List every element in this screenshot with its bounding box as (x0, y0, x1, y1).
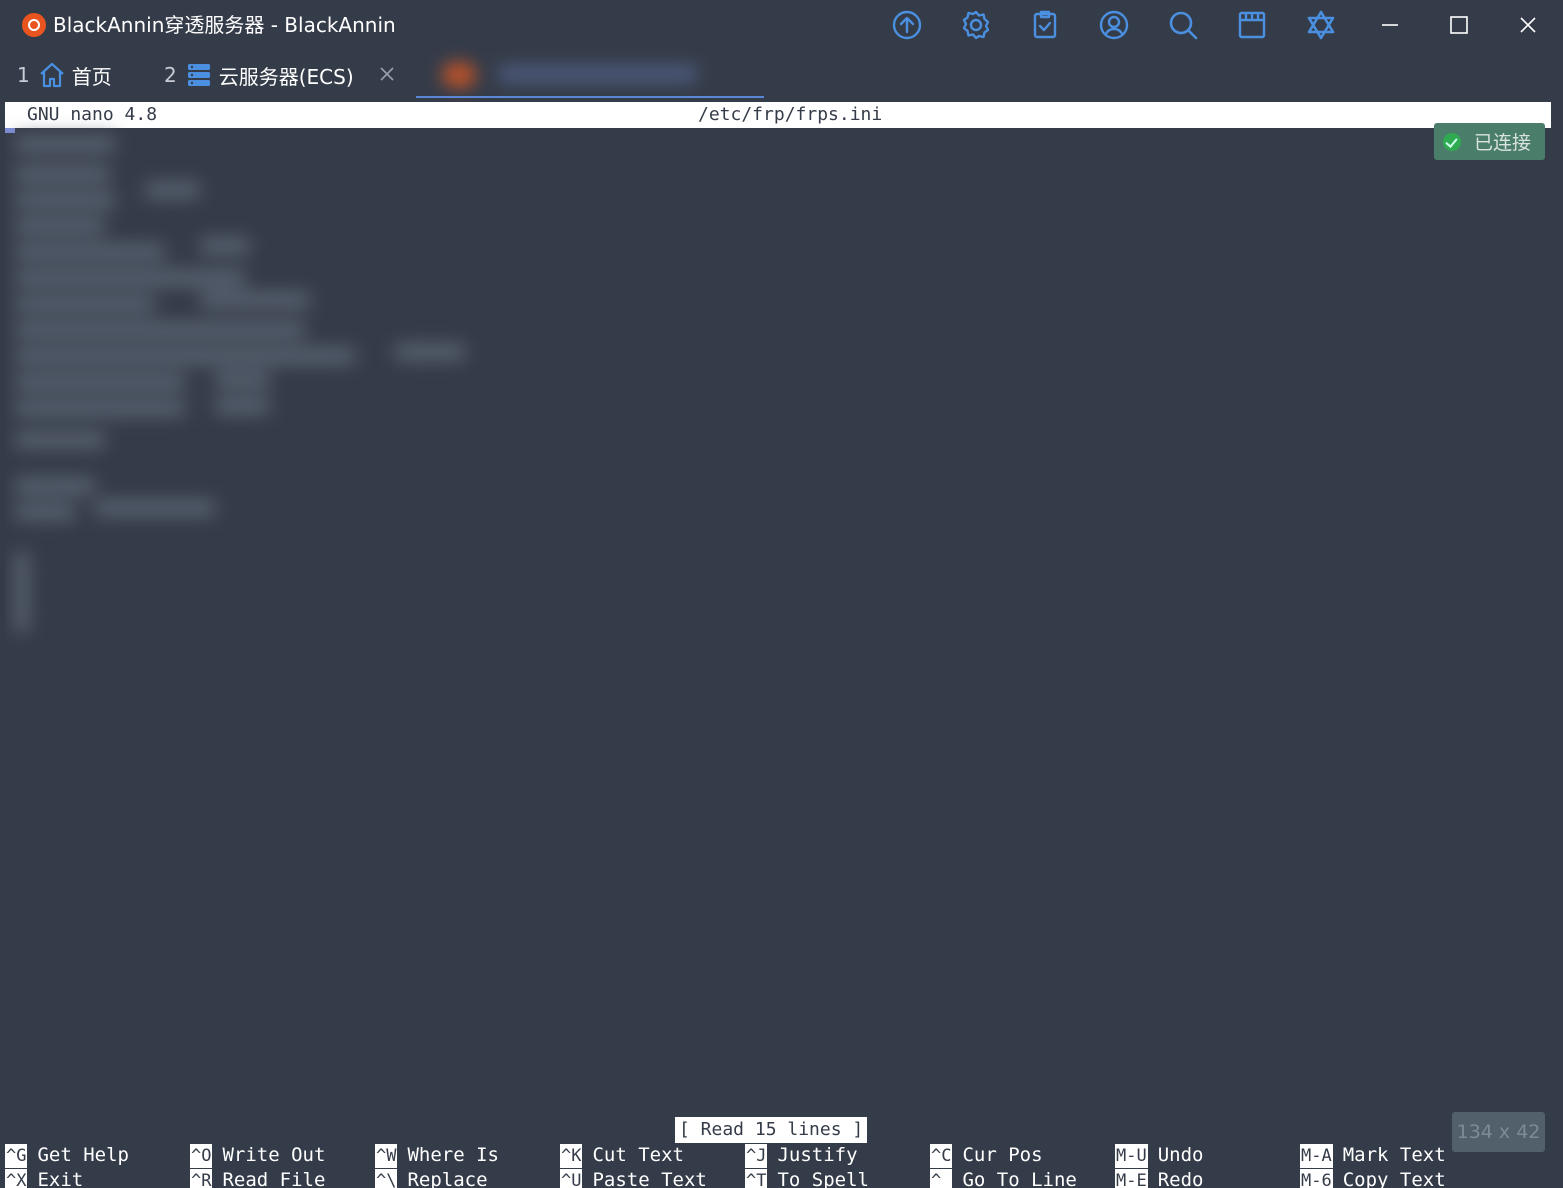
settings-icon[interactable] (959, 9, 993, 41)
terminal[interactable]: GNU nano 4.8 /etc/frp/frps.ini [ Read 15… (5, 102, 1551, 1188)
shortcut-paste-text[interactable]: ^U Paste Text (560, 1168, 707, 1188)
blurred-file-content (5, 132, 525, 652)
title-bar: BlackAnnin穿透服务器 - BlackAnnin (0, 0, 1563, 50)
app-logo-icon (22, 13, 46, 37)
nano-status-message: [ Read 15 lines ] (675, 1117, 868, 1143)
user-icon[interactable] (1097, 9, 1131, 41)
upload-icon[interactable] (890, 9, 924, 41)
tab-label: 首页 (71, 64, 112, 89)
nano-version: GNU nano 4.8 (27, 104, 158, 125)
shortcut-to-spell[interactable]: ^T To Spell (745, 1168, 869, 1188)
shortcut-justify[interactable]: ^J Justify (745, 1143, 858, 1168)
shortcut-write-out[interactable]: ^O Write Out (190, 1143, 325, 1168)
nano-filename: /etc/frp/frps.ini (698, 104, 883, 125)
shortcut-go-to-line[interactable]: ^_ Go To Line (930, 1168, 1077, 1188)
home-icon (39, 62, 64, 88)
tab-number: 1 (17, 63, 30, 87)
maximize-button[interactable] (1439, 8, 1479, 42)
tab-bar: 1 首页 2 云服务器(ECS) (0, 50, 1563, 100)
shortcut-exit[interactable]: ^X Exit (5, 1168, 83, 1188)
close-button[interactable] (1508, 8, 1548, 42)
window-title: BlackAnnin穿透服务器 - BlackAnnin (53, 13, 396, 37)
tab-home[interactable]: 1 首页 (17, 50, 112, 100)
active-tab-blurred[interactable] (418, 54, 762, 96)
connection-status-badge: 已连接 (1434, 123, 1545, 160)
shortcut-mark-text[interactable]: M-A Mark Text (1300, 1143, 1446, 1168)
shortcut-cut-text[interactable]: ^K Cut Text (560, 1143, 684, 1168)
tab-ecs[interactable]: 2 云服务器(ECS) (164, 50, 354, 100)
connection-status-text: 已连接 (1474, 132, 1532, 154)
minimize-button[interactable] (1370, 8, 1410, 42)
tab-label: 云服务器(ECS) (218, 64, 354, 89)
shortcut-copy-text[interactable]: M-6 Copy Text (1300, 1168, 1446, 1188)
shortcut-replace[interactable]: ^\ Replace (375, 1168, 488, 1188)
shortcut-get-help[interactable]: ^G Get Help (5, 1143, 129, 1168)
server-icon (187, 64, 210, 86)
clipboard-check-icon[interactable] (1028, 9, 1062, 41)
star-of-david-icon[interactable] (1304, 9, 1338, 41)
window-icon[interactable] (1235, 9, 1269, 41)
shortcut-read-file[interactable]: ^R Read File (190, 1168, 325, 1188)
check-circle-icon (1443, 132, 1461, 151)
shortcut-undo[interactable]: M-U Undo (1115, 1143, 1203, 1168)
search-icon[interactable] (1166, 9, 1200, 41)
tab-close-icon[interactable] (376, 63, 398, 85)
active-tab-indicator (416, 96, 764, 98)
shortcut-redo[interactable]: M-E Redo (1115, 1168, 1203, 1188)
shortcut-where-is[interactable]: ^W Where Is (375, 1143, 499, 1168)
nano-header: GNU nano 4.8 /etc/frp/frps.ini (5, 102, 1551, 128)
terminal-size-badge: 134 x 42 (1452, 1112, 1545, 1152)
tab-number: 2 (164, 63, 177, 87)
shortcut-cur-pos[interactable]: ^C Cur Pos (930, 1143, 1043, 1168)
